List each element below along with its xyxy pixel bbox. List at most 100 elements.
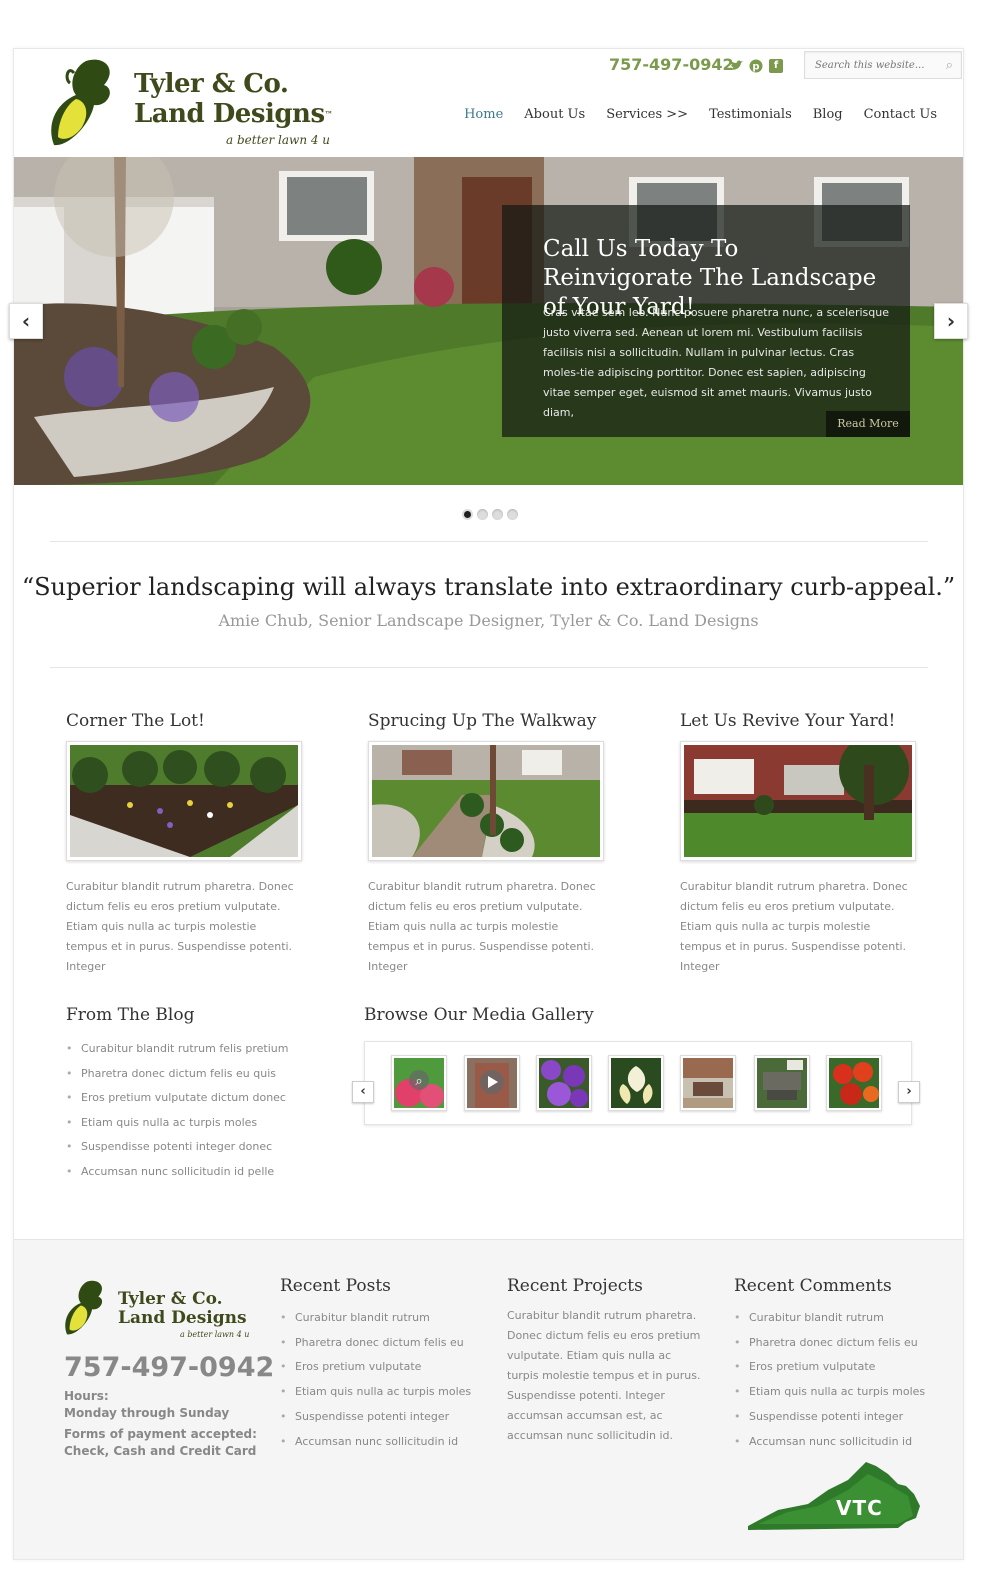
main-nav: Home About Us Services >> Testimonials B…	[464, 107, 937, 122]
hours-value: Monday through Sunday	[64, 1406, 230, 1420]
feature-revive-your-yard: Let Us Revive Your Yard! Curabitur bland…	[680, 711, 930, 977]
recent-post-item[interactable]: Curabitur blandit rutrum	[280, 1306, 480, 1331]
feature-text: Curabitur blandit rutrum pharetra. Donec…	[680, 880, 908, 973]
recent-comment-item[interactable]: Pharetra donec dictum felis eu	[734, 1331, 934, 1356]
tomatoes-thumb[interactable]	[826, 1055, 882, 1111]
recent-comments-title: Recent Comments	[734, 1276, 892, 1296]
logo-tagline: a better lawn 4 u	[226, 133, 331, 147]
payment-value: Check, Cash and Credit Card	[64, 1444, 257, 1458]
patio-thumb[interactable]	[680, 1055, 736, 1111]
blog-item[interactable]: Curabitur blandit rutrum felis pretium	[66, 1037, 288, 1062]
outdoor-furniture-thumb[interactable]	[754, 1055, 810, 1111]
slider-dot[interactable]	[477, 509, 488, 520]
gallery-title: Browse Our Media Gallery	[364, 1005, 594, 1025]
virginia-badge[interactable]: VTC	[748, 1460, 920, 1536]
badge-text: VTC	[836, 1496, 883, 1520]
divider	[50, 667, 928, 668]
nav-about-us[interactable]: About Us	[524, 107, 585, 122]
testimonial-author: Amie Chub, Senior Landscape Designer, Ty…	[218, 611, 759, 630]
feature-sprucing-up-walkway: Sprucing Up The Walkway Curabitur blandi…	[368, 711, 618, 977]
feature-title[interactable]: Let Us Revive Your Yard!	[680, 711, 930, 731]
social-links: p f	[729, 59, 783, 73]
recent-comment-item[interactable]: Curabitur blandit rutrum	[734, 1306, 934, 1331]
testimonial-quote: “Superior landscaping will always transl…	[21, 573, 956, 601]
slider-dot[interactable]	[462, 509, 473, 520]
recent-post-item[interactable]: Eros pretium vulputate	[280, 1355, 480, 1380]
recent-comment-item[interactable]: Accumsan nunc sollicitudin id	[734, 1430, 934, 1455]
feature-corner-the-lot: Corner The Lot! Curabitur blandit rutrum…	[66, 711, 316, 977]
twitter-icon[interactable]	[729, 59, 743, 73]
divider	[50, 541, 928, 542]
hero-slider: Call Us Today To Reinvigorate The Landsc…	[14, 157, 963, 485]
feature-image[interactable]	[680, 741, 916, 861]
feature-title[interactable]: Corner The Lot!	[66, 711, 316, 731]
video-play-thumb[interactable]	[464, 1055, 520, 1111]
flower-zoom-thumb[interactable]: ⌕	[391, 1055, 447, 1111]
gallery-next-arrow[interactable]: ›	[898, 1081, 920, 1103]
search-icon[interactable]: ⌕	[946, 58, 953, 73]
search-box: ⌕	[804, 51, 962, 79]
footer-logo[interactable]: Tyler & Co. Land Designs a better lawn 4…	[62, 1276, 252, 1346]
gallery-carousel: ⌕	[364, 1041, 912, 1125]
gallery-prev-arrow[interactable]: ‹	[352, 1081, 374, 1103]
white-iris-thumb[interactable]	[608, 1055, 664, 1111]
blog-item[interactable]: Eros pretium vulputate dictum donec	[66, 1086, 288, 1111]
recent-post-item[interactable]: Pharetra donec dictum felis eu	[280, 1331, 480, 1356]
recent-post-item[interactable]: Etiam quis nulla ac turpis moles	[280, 1380, 480, 1405]
hours-label: Hours:	[64, 1389, 109, 1403]
page-container: Tyler & Co. Land Designs™ a better lawn …	[9, 48, 968, 1560]
footer-logo-title: Tyler & Co. Land Designs	[118, 1289, 247, 1328]
slider-pagination	[462, 509, 518, 520]
svg-text:⌕: ⌕	[415, 1074, 422, 1089]
feature-text: Curabitur blandit rutrum pharetra. Donec…	[368, 880, 596, 973]
recent-comment-item[interactable]: Etiam quis nulla ac turpis moles	[734, 1380, 934, 1405]
blog-item[interactable]: Etiam quis nulla ac turpis moles	[66, 1111, 288, 1136]
footer-logo-tagline: a better lawn 4 u	[180, 1330, 250, 1339]
feature-title[interactable]: Sprucing Up The Walkway	[368, 711, 618, 731]
logo-title: Tyler & Co. Land Designs™	[134, 69, 333, 129]
logo-leaf-icon	[51, 59, 110, 146]
logo-leaf-icon	[65, 1280, 103, 1335]
blog-item[interactable]: Accumsan nunc sollicitudin id pelle	[66, 1160, 288, 1185]
nav-home[interactable]: Home	[464, 107, 503, 122]
facebook-icon[interactable]: f	[769, 59, 783, 73]
recent-projects-title: Recent Projects	[507, 1276, 643, 1296]
recent-projects-widget: Recent Projects Curabitur blandit rutrum…	[507, 1276, 702, 1446]
media-gallery: Browse Our Media Gallery ⌕ ‹ ›	[352, 1005, 920, 1125]
recent-comments-widget: Recent Comments Curabitur blandit rutrum…	[734, 1276, 934, 1454]
feature-text: Curabitur blandit rutrum pharetra. Donec…	[66, 880, 294, 973]
feature-image[interactable]	[66, 741, 302, 861]
recent-post-item[interactable]: Suspendisse potenti integer	[280, 1405, 480, 1430]
recent-projects-text: Curabitur blandit rutrum pharetra. Donec…	[507, 1309, 701, 1442]
footer-business-info: Hours: Monday through Sunday Forms of pa…	[64, 1388, 257, 1460]
nav-services[interactable]: Services >>	[606, 107, 688, 122]
slider-dot[interactable]	[492, 509, 503, 520]
nav-testimonials[interactable]: Testimonials	[709, 107, 792, 122]
purple-flowers-thumb[interactable]	[536, 1055, 592, 1111]
footer-phone[interactable]: 757-497-0942	[64, 1352, 274, 1383]
recent-post-item[interactable]: Accumsan nunc sollicitudin id	[280, 1430, 480, 1455]
svg-text:p: p	[752, 62, 759, 73]
blog-item[interactable]: Pharetra donec dictum felis eu quis	[66, 1062, 288, 1087]
site-logo[interactable]: Tyler & Co. Land Designs™ a better lawn …	[46, 55, 336, 155]
slider-prev-arrow[interactable]: ‹	[9, 303, 43, 339]
recent-posts-title: Recent Posts	[280, 1276, 391, 1296]
header-phone[interactable]: 757-497-0942	[609, 55, 734, 74]
slider-dot[interactable]	[507, 509, 518, 520]
blog-title: From The Blog	[66, 1005, 195, 1025]
search-input[interactable]	[805, 52, 935, 78]
virginia-map-icon	[748, 1462, 920, 1530]
blog-widget: From The Blog Curabitur blandit rutrum f…	[66, 1005, 288, 1185]
payment-label: Forms of payment accepted:	[64, 1427, 257, 1441]
pinterest-icon[interactable]: p	[749, 59, 763, 73]
slide-caption: Call Us Today To Reinvigorate The Landsc…	[502, 205, 910, 437]
nav-contact-us[interactable]: Contact Us	[864, 107, 937, 122]
blog-item[interactable]: Suspendisse potenti integer donec	[66, 1135, 288, 1160]
feature-image[interactable]	[368, 741, 604, 861]
slide-body: Cras vitae sem leo. Nunc posuere pharetr…	[543, 306, 889, 419]
nav-blog[interactable]: Blog	[813, 107, 843, 122]
recent-comment-item[interactable]: Suspendisse potenti integer	[734, 1405, 934, 1430]
recent-comment-item[interactable]: Eros pretium vulputate	[734, 1355, 934, 1380]
slider-next-arrow[interactable]: ›	[934, 303, 968, 339]
read-more-button[interactable]: Read More	[826, 411, 910, 437]
